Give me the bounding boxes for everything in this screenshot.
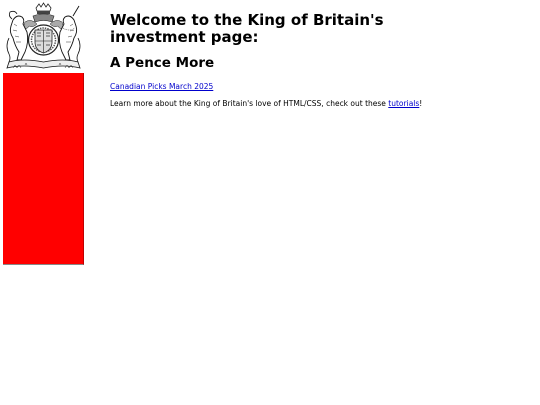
page-subtitle: A Pence More (110, 55, 215, 71)
page-title: Welcome to the King of Britain's investm… (110, 11, 384, 46)
sidebar (3, 2, 84, 265)
canadian-picks-link[interactable]: Canadian Picks March 2025 (110, 82, 213, 91)
royal-coat-of-arms-icon (3, 2, 84, 73)
tutorials-paragraph: Learn more about the King of Britain's l… (110, 99, 530, 108)
picks-link-paragraph: Canadian Picks March 2025 (110, 82, 530, 91)
red-sidebar-panel (3, 73, 84, 265)
tutorials-link[interactable]: tutorials (388, 99, 419, 108)
main-content: Welcome to the King of Britain's investm… (110, 11, 530, 109)
tutorials-text-suffix: ! (419, 99, 423, 108)
tutorials-text-prefix: Learn more about the King of Britain's l… (110, 99, 389, 108)
